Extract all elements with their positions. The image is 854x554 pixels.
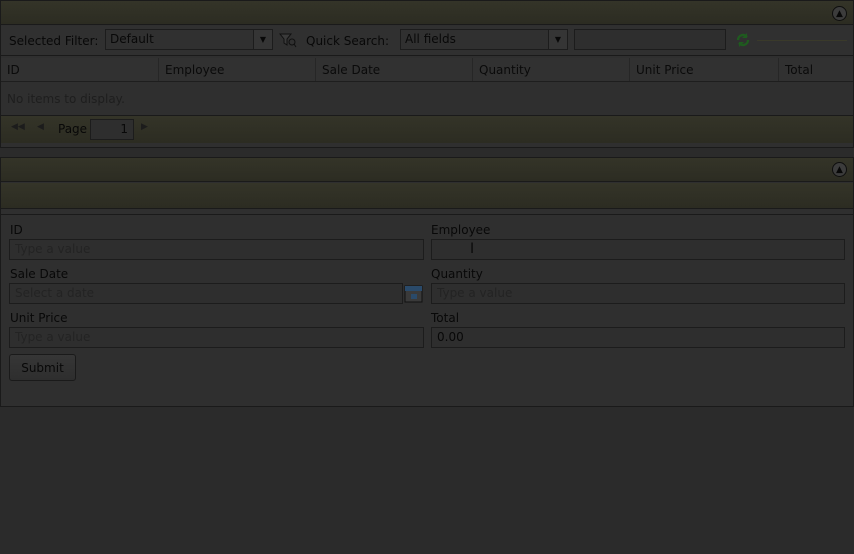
grid-header-row: ID Employee Sale Date Quantity Unit Pric… [1,58,853,82]
grid-toolbar: Selected Filter: Default ▼ Quick Search:… [1,26,853,56]
form-panel: ▲ ID Type a value Employee I Sale Date S… [0,157,854,407]
form-panel-header: ▲ [1,158,853,182]
quantity-label: Quantity [431,267,483,281]
column-header-quantity[interactable]: Quantity [473,58,630,81]
grid-pager: ◀◀ ◀ Page 1 ▶ [1,115,853,143]
next-page-icon[interactable]: ▶ [141,122,148,132]
column-header-id[interactable]: ID [1,58,159,81]
text-cursor-icon: I [470,241,475,257]
first-page-icon[interactable]: ◀◀ [11,122,25,132]
form-panel-toolbar [1,183,853,209]
sale-date-label: Sale Date [10,267,69,281]
refresh-icon[interactable] [735,32,751,48]
chevron-down-icon[interactable]: ▼ [548,29,568,50]
column-header-sale-date[interactable]: Sale Date [316,58,473,81]
grid-panel: ▲ Selected Filter: Default ▼ Quick Searc… [0,0,854,148]
selected-filter-label: Selected Filter: [9,34,99,48]
filter-select[interactable]: Default [105,29,255,50]
quick-search-scope-value: All fields [405,32,456,46]
employee-label: Employee [431,223,491,237]
page-number-value: 1 [120,122,128,136]
submit-button[interactable]: Submit [9,354,76,381]
column-header-employee[interactable]: Employee [159,58,316,81]
unit-price-label: Unit Price [10,311,68,325]
page-label: Page [58,122,88,136]
total-label: Total [431,311,460,325]
prev-page-icon[interactable]: ◀ [37,122,44,132]
sale-date-input[interactable]: Select a date [9,283,403,304]
filter-select-value: Default [110,32,154,46]
column-header-unit-price[interactable]: Unit Price [630,58,779,81]
page-number-input[interactable]: 1 [90,119,134,140]
column-header-total[interactable]: Total [779,58,853,81]
id-label: ID [10,223,23,237]
quick-search-label: Quick Search: [306,34,390,48]
chevron-down-icon[interactable]: ▼ [253,29,273,50]
employee-input[interactable] [431,239,845,260]
chevron-up-icon[interactable]: ▲ [832,162,847,177]
id-input[interactable]: Type a value [9,239,424,260]
calendar-icon[interactable] [403,283,424,304]
toolbar-divider [757,40,847,41]
submit-button-label: Submit [21,360,64,375]
grid-panel-header: ▲ [1,1,853,25]
chevron-up-icon[interactable]: ▲ [832,6,847,21]
total-input: 0.00 [431,327,845,348]
quick-search-input[interactable] [574,29,726,50]
form-body: ID Type a value Employee I Sale Date Sel… [1,214,853,406]
filter-icon[interactable] [278,32,297,48]
empty-grid-message: No items to display. [7,92,125,106]
quick-search-scope-select[interactable]: All fields [400,29,550,50]
quantity-input[interactable]: Type a value [431,283,845,304]
unit-price-input[interactable]: Type a value [9,327,424,348]
